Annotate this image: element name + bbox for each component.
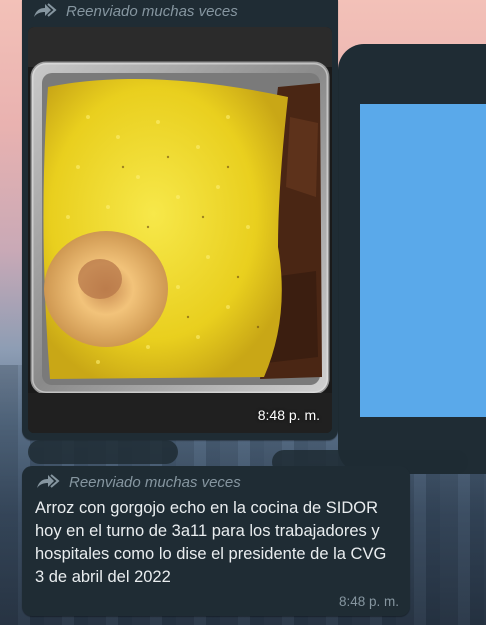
forwarded-indicator: Reenviado muchas veces (32, 2, 238, 20)
message-time: 8:48 p. m. (257, 407, 320, 423)
message-time: 8:48 p. m. (338, 594, 399, 609)
forwarded-label: Reenviado muchas veces (66, 2, 238, 20)
food-photo-image (28, 27, 332, 433)
forwarded-arrow-icon (37, 474, 60, 488)
forwarded-indicator: Reenviado muchas veces (35, 473, 241, 491)
forwarded-arrow-icon (34, 3, 57, 17)
message-bubble-text[interactable]: Reenviado muchas veces Arroz con gorgojo… (22, 466, 410, 616)
redacted-preview-screen (360, 104, 486, 417)
forwarded-label: Reenviado muchas veces (69, 473, 241, 491)
message-bubble-image[interactable]: Reenviado muchas veces 8:48 p. m. (22, 0, 338, 440)
message-text: Arroz con gorgojo echo en la cocina de S… (35, 499, 387, 586)
redacted-strip (28, 440, 178, 464)
food-photo[interactable]: 8:48 p. m. (28, 27, 332, 433)
